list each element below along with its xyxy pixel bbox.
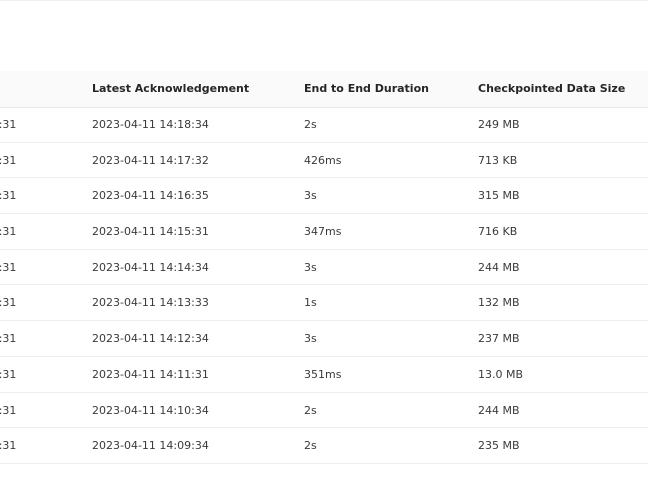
checkpointed-data-size-cell: 132 MB bbox=[478, 296, 520, 310]
latest-acknowledgement-cell: 2023-04-11 14:17:32 bbox=[92, 153, 209, 167]
checkpointed-data-size-cell: 249 MB bbox=[478, 118, 520, 131]
latest-acknowledgement-cell: 2023-04-11 14:15:31 bbox=[92, 225, 209, 239]
table-row[interactable]: 4:11:31 2023-04-11 14:11:31 351ms 13.0 M… bbox=[0, 357, 648, 393]
trigger-time-cell: 4:12:31 bbox=[0, 332, 17, 346]
table-row[interactable]: 4:18:31 2023-04-11 14:18:34 2s 249 MB bbox=[0, 107, 648, 143]
latest-acknowledgement-cell: 2023-04-11 14:13:33 bbox=[92, 296, 209, 310]
checkpointed-data-size-cell: 237 MB bbox=[478, 332, 520, 346]
table-row[interactable]: 4:12:31 2023-04-11 14:12:34 3s 237 MB bbox=[0, 321, 648, 357]
end-to-end-duration-cell: 3s bbox=[304, 332, 317, 346]
table-header: Latest Acknowledgement End to End Durati… bbox=[0, 71, 648, 108]
end-to-end-duration-cell: 3s bbox=[304, 260, 317, 274]
checkpointed-data-size-cell: 13.0 MB bbox=[478, 367, 524, 381]
end-to-end-duration-cell: 426ms bbox=[304, 153, 342, 167]
latest-acknowledgement-cell: 2023-04-11 14:18:34 bbox=[92, 118, 209, 131]
table-body: 4:18:31 2023-04-11 14:18:34 2s 249 MB 4:… bbox=[0, 107, 648, 464]
trigger-time-cell: 4:13:31 bbox=[0, 296, 17, 310]
trigger-time-cell: 4:18:31 bbox=[0, 118, 17, 131]
header-end-to-end-duration[interactable]: End to End Duration bbox=[304, 82, 429, 96]
checkpointed-data-size-cell: 235 MB bbox=[478, 439, 520, 453]
latest-acknowledgement-cell: 2023-04-11 14:16:35 bbox=[92, 189, 209, 203]
end-to-end-duration-cell: 347ms bbox=[304, 225, 342, 239]
table-row[interactable]: 4:14:31 2023-04-11 14:14:34 3s 244 MB bbox=[0, 250, 648, 286]
latest-acknowledgement-cell: 2023-04-11 14:12:34 bbox=[92, 332, 209, 346]
trigger-time-cell: 4:14:31 bbox=[0, 260, 17, 274]
checkpointed-data-size-cell: 244 MB bbox=[478, 403, 520, 417]
trigger-time-cell: 4:16:31 bbox=[0, 189, 17, 203]
table-row[interactable]: 4:17:31 2023-04-11 14:17:32 426ms 713 KB bbox=[0, 143, 648, 179]
table-row[interactable]: 4:15:31 2023-04-11 14:15:31 347ms 716 KB bbox=[0, 214, 648, 250]
trigger-time-cell: 4:10:31 bbox=[0, 403, 17, 417]
trigger-time-cell: 4:15:31 bbox=[0, 225, 17, 239]
table-row[interactable]: 4:13:31 2023-04-11 14:13:33 1s 132 MB bbox=[0, 285, 648, 322]
trigger-time-cell: 4:17:31 bbox=[0, 153, 17, 167]
end-to-end-duration-cell: 3s bbox=[304, 189, 317, 203]
table-row[interactable]: 4:09:31 2023-04-11 14:09:34 2s 235 MB bbox=[0, 428, 648, 464]
top-divider bbox=[0, 0, 648, 1]
trigger-time-cell: 4:11:31 bbox=[0, 367, 17, 381]
table-row[interactable]: 4:16:31 2023-04-11 14:16:35 3s 315 MB bbox=[0, 178, 648, 215]
latest-acknowledgement-cell: 2023-04-11 14:09:34 bbox=[92, 439, 209, 453]
checkpointed-data-size-cell: 244 MB bbox=[478, 260, 520, 274]
latest-acknowledgement-cell: 2023-04-11 14:10:34 bbox=[92, 403, 209, 417]
end-to-end-duration-cell: 2s bbox=[304, 118, 317, 131]
latest-acknowledgement-cell: 2023-04-11 14:11:31 bbox=[92, 367, 209, 381]
checkpointed-data-size-cell: 713 KB bbox=[478, 153, 518, 167]
end-to-end-duration-cell: 2s bbox=[304, 439, 317, 453]
table-row[interactable]: 4:10:31 2023-04-11 14:10:34 2s 244 MB bbox=[0, 393, 648, 429]
checkpointed-data-size-cell: 716 KB bbox=[478, 225, 518, 239]
header-checkpointed-data-size[interactable]: Checkpointed Data Size bbox=[478, 82, 625, 96]
header-latest-acknowledgement[interactable]: Latest Acknowledgement bbox=[92, 82, 249, 96]
latest-acknowledgement-cell: 2023-04-11 14:14:34 bbox=[92, 260, 209, 274]
trigger-time-cell: 4:09:31 bbox=[0, 439, 17, 453]
end-to-end-duration-cell: 351ms bbox=[304, 367, 342, 381]
end-to-end-duration-cell: 1s bbox=[304, 296, 317, 310]
end-to-end-duration-cell: 2s bbox=[304, 403, 317, 417]
checkpointed-data-size-cell: 315 MB bbox=[478, 189, 520, 203]
table-bottom-area bbox=[0, 466, 648, 504]
checkpoint-history-page: Latest Acknowledgement End to End Durati… bbox=[0, 0, 648, 504]
